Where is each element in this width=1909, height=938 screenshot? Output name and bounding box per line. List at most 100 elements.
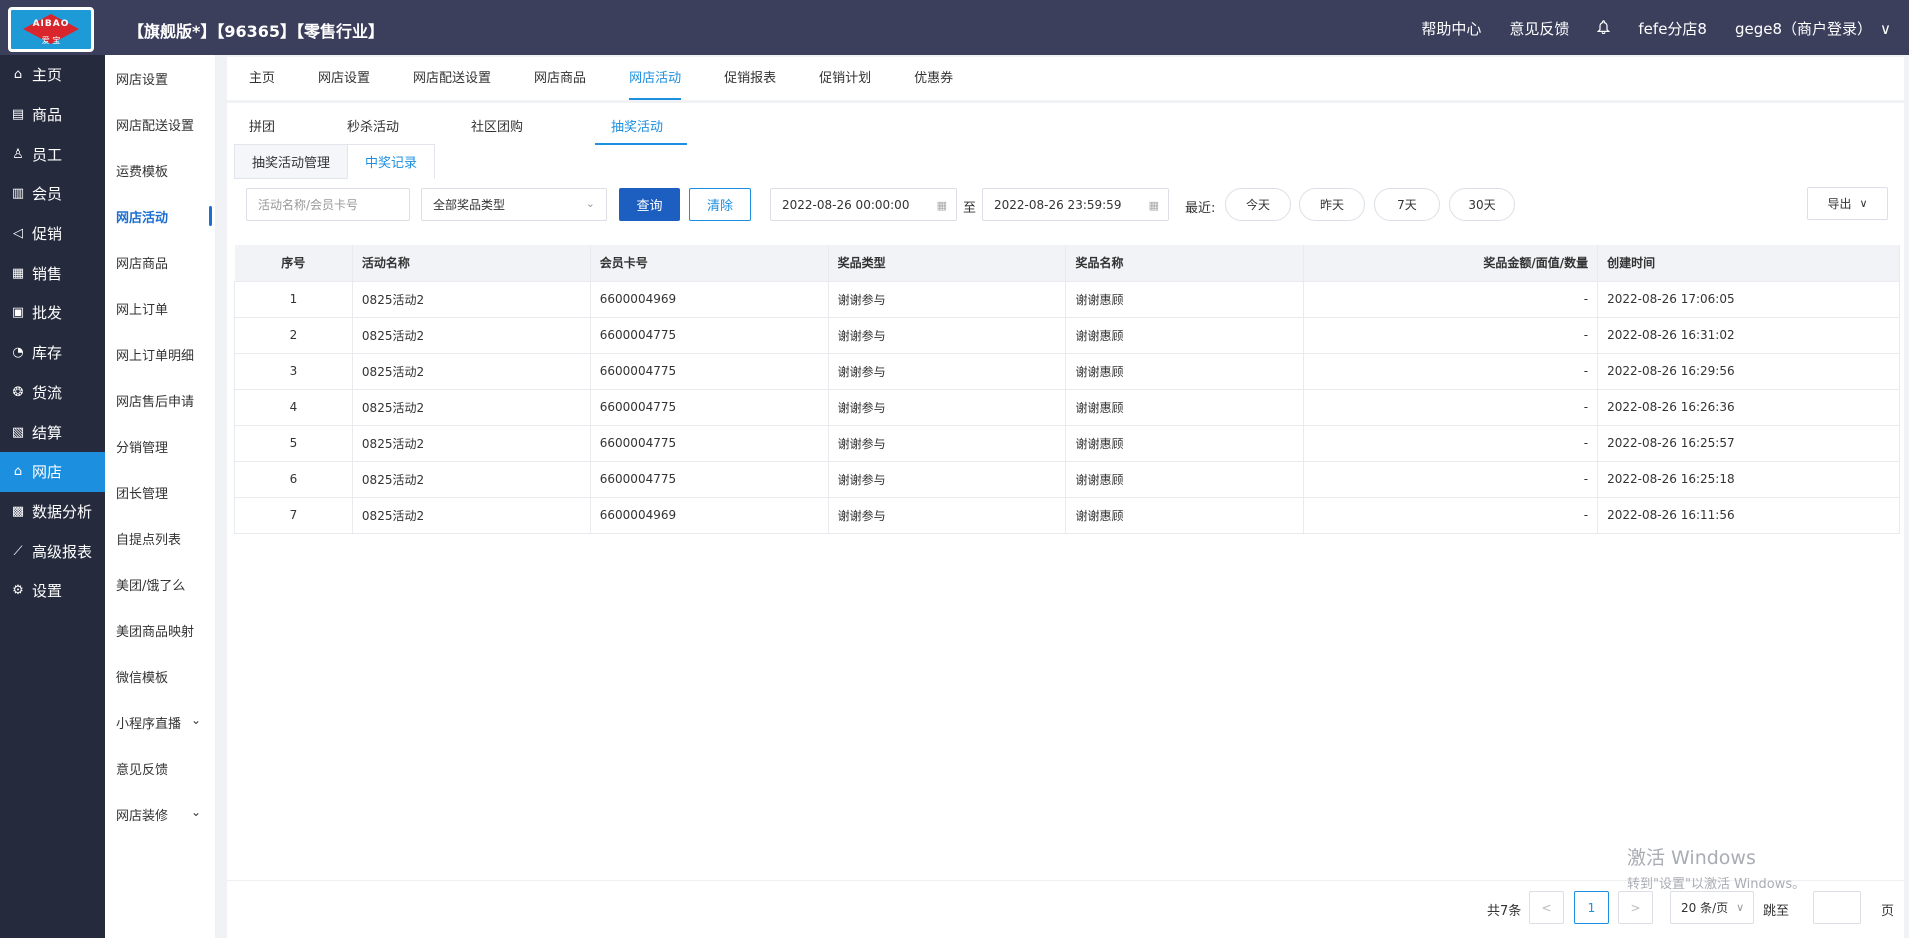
mainnav-item-7[interactable]: ◔ 库存 bbox=[0, 333, 105, 373]
subnav-label: 自提点列表 bbox=[116, 532, 182, 548]
subnav-item-7[interactable]: 网店售后申请 bbox=[105, 377, 215, 423]
yesterday-button[interactable]: 昨天 bbox=[1299, 188, 1365, 221]
goto-page-input[interactable] bbox=[1813, 891, 1861, 924]
next-page-button[interactable]: > bbox=[1618, 891, 1653, 924]
table-cell: 2 bbox=[234, 316, 353, 354]
tab-7[interactable]: 优惠券 bbox=[914, 67, 953, 100]
page-size-select[interactable]: 20 条/页 ∨ bbox=[1670, 891, 1754, 924]
prev-page-button[interactable]: < bbox=[1529, 891, 1564, 924]
mainnav-item-11[interactable]: ▩ 数据分析 bbox=[0, 492, 105, 532]
query-button[interactable]: 查询 bbox=[619, 188, 680, 221]
tab-0[interactable]: 主页 bbox=[249, 67, 275, 100]
table-cell: 谢谢参与 bbox=[828, 460, 1067, 498]
last-30-days-button[interactable]: 30天 bbox=[1449, 188, 1515, 221]
subnav-item-12[interactable]: 美团商品映射 bbox=[105, 607, 215, 653]
subnav-item-5[interactable]: 网上订单 bbox=[105, 285, 215, 331]
bell-icon[interactable] bbox=[1597, 19, 1611, 38]
subnav-item-6[interactable]: 网上订单明细 bbox=[105, 331, 215, 377]
today-button[interactable]: 今天 bbox=[1225, 188, 1291, 221]
mainnav-item-1[interactable]: ▤ 商品 bbox=[0, 95, 105, 135]
subnav-label: 网上订单明细 bbox=[116, 348, 195, 364]
end-date-input[interactable]: 2022-08-26 23:59:59 ▦ bbox=[982, 188, 1169, 221]
mainnav-item-2[interactable]: ♙ 员工 bbox=[0, 134, 105, 174]
table-row[interactable]: 2 0825活动2 6600004775 谢谢参与 谢谢惠顾 -2022-08-26 16… bbox=[234, 316, 1900, 354]
tab-5[interactable]: 促销报表 bbox=[724, 67, 776, 100]
subnav-item-3[interactable]: 网店活动 bbox=[105, 193, 215, 239]
start-date-input[interactable]: 2022-08-26 00:00:00 ▦ bbox=[770, 188, 957, 221]
tab-1[interactable]: 网店设置 bbox=[318, 67, 370, 100]
last-7-days-button[interactable]: 7天 bbox=[1374, 188, 1440, 221]
subnav-label: 网店商品 bbox=[116, 256, 169, 272]
subnav-item-4[interactable]: 网店商品 bbox=[105, 239, 215, 285]
table-row[interactable]: 4 0825活动2 6600004775 谢谢参与 谢谢惠顾 -2022-08-26 16… bbox=[234, 388, 1900, 426]
table-cell: 谢谢参与 bbox=[828, 424, 1067, 462]
mainnav-item-6[interactable]: ▣ 批发 bbox=[0, 293, 105, 333]
table-cell: - bbox=[1303, 316, 1599, 354]
mainnav-item-9[interactable]: ▧ 结算 bbox=[0, 412, 105, 452]
subnav-item-14[interactable]: 小程序直播 ⌄ bbox=[105, 699, 215, 745]
tab-3[interactable]: 网店商品 bbox=[534, 67, 586, 100]
subnav-item-13[interactable]: 微信模板 bbox=[105, 653, 215, 699]
nav-icon: ▧ bbox=[11, 424, 25, 440]
tab-6[interactable]: 促销计划 bbox=[819, 67, 871, 100]
mainnav-item-4[interactable]: ◁ 促销 bbox=[0, 214, 105, 254]
card-tab-1[interactable]: 中奖记录 bbox=[347, 144, 436, 179]
subtab-1[interactable]: 秒杀活动 bbox=[347, 116, 413, 145]
subnav-item-10[interactable]: 自提点列表 bbox=[105, 515, 215, 561]
start-date-value: 2022-08-26 00:00:00 bbox=[782, 197, 910, 212]
subnav-item-16[interactable]: 网店装修 ⌄ bbox=[105, 791, 215, 837]
branch-selector[interactable]: fefe分店8 bbox=[1638, 18, 1707, 39]
mainnav-item-5[interactable]: ▦ 销售 bbox=[0, 253, 105, 293]
prize-type-select[interactable]: 全部奖品类型 ⌄ bbox=[421, 188, 607, 221]
subtab-3[interactable]: 抽奖活动 bbox=[595, 116, 688, 145]
mainnav-item-10[interactable]: ⌂ 网店 bbox=[0, 451, 105, 492]
mainnav-item-8[interactable]: ❂ 货流 bbox=[0, 373, 105, 413]
page-1-button[interactable]: 1 bbox=[1574, 891, 1609, 924]
search-input[interactable]: 活动名称/会员卡号 bbox=[246, 188, 410, 221]
mainnav-label: 数据分析 bbox=[32, 502, 93, 521]
table-row[interactable]: 1 0825活动2 6600004969 谢谢参与 谢谢惠顾 -2022-08-26 17… bbox=[234, 280, 1900, 318]
table-row[interactable]: 6 0825活动2 6600004775 谢谢参与 谢谢惠顾 -2022-08-26 16… bbox=[234, 460, 1900, 498]
clear-button[interactable]: 清除 bbox=[689, 188, 751, 221]
subnav-item-1[interactable]: 网店配送设置 bbox=[105, 101, 215, 147]
card-tab-0[interactable]: 抽奖活动管理 bbox=[234, 144, 349, 179]
mainnav-item-13[interactable]: ⚙ 设置 bbox=[0, 571, 105, 611]
table-row[interactable]: 3 0825活动2 6600004775 谢谢参与 谢谢惠顾 -2022-08-26 16… bbox=[234, 352, 1900, 390]
table-cell: 2022-08-26 16:31:02 bbox=[1597, 316, 1900, 354]
feedback-link[interactable]: 意见反馈 bbox=[1509, 18, 1569, 39]
mainnav-item-3[interactable]: ▥ 会员 bbox=[0, 174, 105, 214]
export-button[interactable]: 导出 ∨ bbox=[1807, 187, 1888, 220]
subnav-item-2[interactable]: 运费模板 bbox=[105, 147, 215, 193]
subnav-item-11[interactable]: 美团/饿了么 bbox=[105, 561, 215, 607]
watermark-title: 激活 Windows bbox=[1627, 847, 1756, 869]
table-row[interactable]: 5 0825活动2 6600004775 谢谢参与 谢谢惠顾 -2022-08-26 16… bbox=[234, 424, 1900, 462]
subnav-item-9[interactable]: 团长管理 bbox=[105, 469, 215, 515]
header-actions: 帮助中心 意见反馈 fefe分店8 gege8（商户登录） ∨ bbox=[1393, 18, 1891, 39]
user-menu[interactable]: gege8（商户登录） ∨ bbox=[1735, 18, 1891, 39]
total-count: 共7条 bbox=[1487, 904, 1522, 919]
aibao-logo[interactable]: AIBAO 爱 宝 bbox=[8, 7, 94, 52]
table-cell: 0825活动2 bbox=[352, 352, 591, 390]
subtab-0[interactable]: 拼团 bbox=[249, 116, 289, 145]
table-cell: 2022-08-26 17:06:05 bbox=[1597, 280, 1900, 318]
tab-4[interactable]: 网店活动 bbox=[629, 67, 682, 100]
sub-sidebar: 网店设置 网店配送设置 运费模板 网店活动网店商品网上订单网上订单明细网店售后申请 分销… bbox=[105, 55, 216, 938]
mainnav-item-12[interactable]: ⟋ 高级报表 bbox=[0, 531, 105, 571]
column-header: 奖品类型 bbox=[828, 245, 1067, 281]
table-row[interactable]: 7 0825活动2 6600004969 谢谢参与 谢谢惠顾 -2022-08-26 16… bbox=[234, 496, 1900, 534]
table-cell: 2022-08-26 16:29:56 bbox=[1597, 352, 1900, 390]
table-cell: 6 bbox=[234, 460, 353, 498]
calendar-icon: ▦ bbox=[936, 199, 947, 212]
column-header: 创建时间 bbox=[1597, 245, 1900, 281]
table-cell: 6600004969 bbox=[590, 496, 829, 534]
column-header: 会员卡号 bbox=[590, 245, 829, 281]
subnav-item-8[interactable]: 分销管理 bbox=[105, 423, 215, 469]
subnav-item-0[interactable]: 网店设置 bbox=[105, 55, 215, 101]
mainnav-item-0[interactable]: ⌂ 主页 bbox=[0, 55, 105, 95]
subnav-item-15[interactable]: 意见反馈 bbox=[105, 745, 215, 791]
help-center-link[interactable]: 帮助中心 bbox=[1421, 18, 1481, 39]
mainnav-label: 员工 bbox=[32, 145, 63, 164]
table-cell: 谢谢惠顾 bbox=[1065, 352, 1305, 390]
tab-2[interactable]: 网店配送设置 bbox=[413, 67, 491, 100]
subtab-2[interactable]: 社区团购 bbox=[471, 116, 537, 145]
